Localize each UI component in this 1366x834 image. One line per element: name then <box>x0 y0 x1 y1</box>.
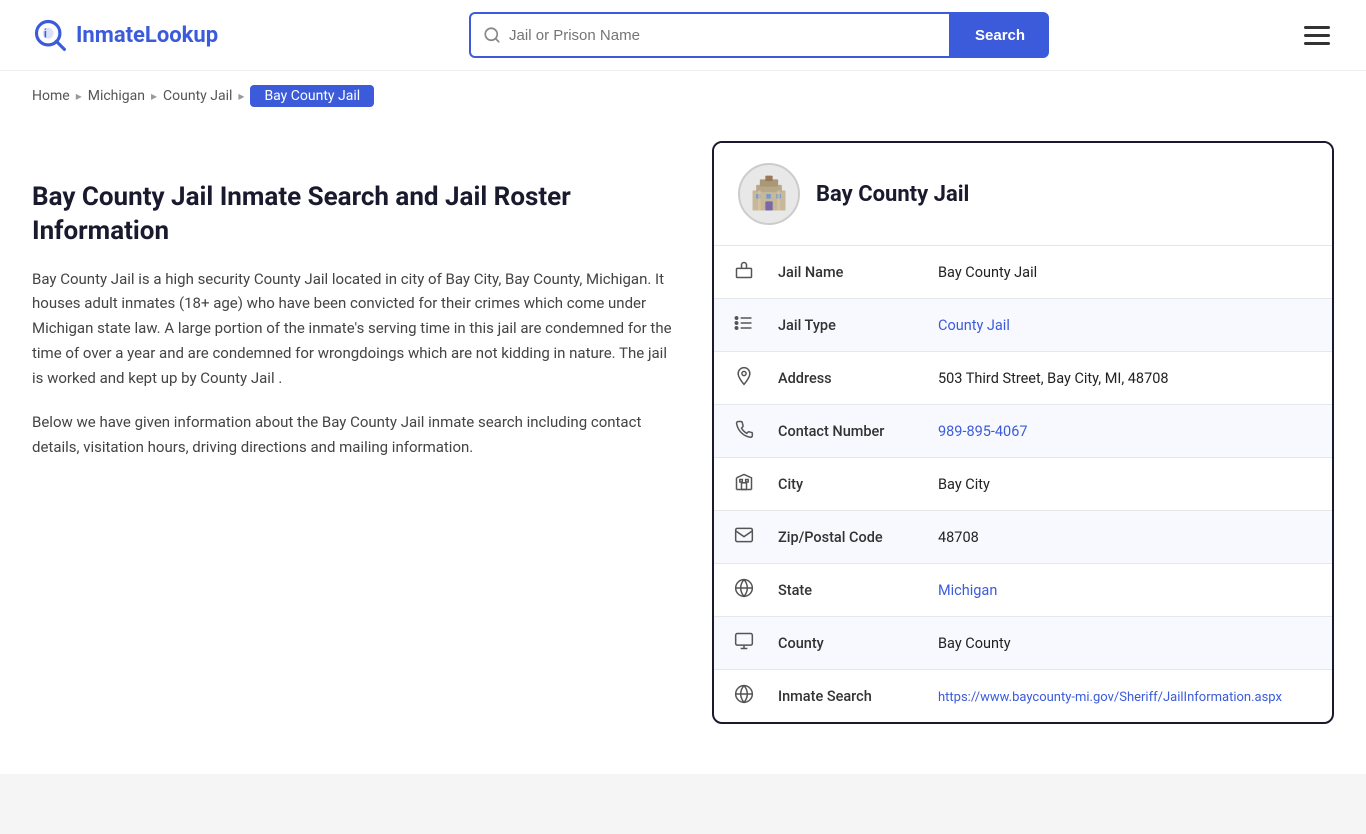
inmate-search-icon-cell <box>714 670 758 723</box>
globe-icon <box>734 578 754 598</box>
right-column: Bay County Jail Jail Name Bay County Jai… <box>712 141 1334 724</box>
county-icon-cell <box>714 617 758 670</box>
table-row: Jail Type County Jail <box>714 299 1332 352</box>
address-icon-cell <box>714 352 758 405</box>
contact-label: Contact Number <box>758 405 918 458</box>
breadcrumb-sep-1: ▸ <box>76 89 82 103</box>
inmate-search-value: https://www.baycounty-mi.gov/Sheriff/Jai… <box>918 670 1332 723</box>
state-icon-cell <box>714 564 758 617</box>
address-label: Address <box>758 352 918 405</box>
breadcrumb: Home ▸ Michigan ▸ County Jail ▸ Bay Coun… <box>0 71 1366 121</box>
search-button[interactable]: Search <box>951 12 1049 58</box>
breadcrumb-sep-3: ▸ <box>238 89 244 103</box>
jail-avatar <box>738 163 800 225</box>
location-icon <box>734 366 754 386</box>
jail-icon <box>734 260 754 280</box>
info-card: Bay County Jail Jail Name Bay County Jai… <box>712 141 1334 724</box>
zip-label: Zip/Postal Code <box>758 511 918 564</box>
zip-value: 48708 <box>918 511 1332 564</box>
inmate-search-label: Inmate Search <box>758 670 918 723</box>
table-row: Contact Number 989-895-4067 <box>714 405 1332 458</box>
inmate-search-link[interactable]: https://www.baycounty-mi.gov/Sheriff/Jai… <box>938 690 1282 705</box>
svg-text:i: i <box>44 28 47 41</box>
table-row: City Bay City <box>714 458 1332 511</box>
table-row: State Michigan <box>714 564 1332 617</box>
county-value: Bay County <box>918 617 1332 670</box>
city-icon <box>734 472 754 492</box>
jail-name-value: Bay County Jail <box>918 246 1332 299</box>
site-header: i InmateLookup Search <box>0 0 1366 71</box>
state-label: State <box>758 564 918 617</box>
left-column: Bay County Jail Inmate Search and Jail R… <box>32 141 672 724</box>
breadcrumb-active: Bay County Jail <box>250 85 374 107</box>
page-title: Bay County Jail Inmate Search and Jail R… <box>32 181 672 249</box>
mail-icon <box>734 525 754 545</box>
card-jail-name: Bay County Jail <box>816 182 969 207</box>
city-icon-cell <box>714 458 758 511</box>
logo-link[interactable]: i InmateLookup <box>32 17 218 53</box>
jail-name-icon-cell <box>714 246 758 299</box>
search-area: Search <box>469 12 1049 58</box>
breadcrumb-michigan[interactable]: Michigan <box>88 88 145 104</box>
table-row: Jail Name Bay County Jail <box>714 246 1332 299</box>
state-link[interactable]: Michigan <box>938 582 997 599</box>
card-header: Bay County Jail <box>714 143 1332 245</box>
menu-button[interactable] <box>1300 22 1334 49</box>
phone-icon-cell <box>714 405 758 458</box>
jail-type-icon-cell <box>714 299 758 352</box>
description-2: Below we have given information about th… <box>32 410 672 460</box>
breadcrumb-home[interactable]: Home <box>32 88 70 104</box>
search-box <box>469 12 951 58</box>
search-icon <box>483 26 501 44</box>
county-label: County <box>758 617 918 670</box>
jail-type-link[interactable]: County Jail <box>938 317 1010 334</box>
description-1: Bay County Jail is a high security Count… <box>32 267 672 391</box>
search-input[interactable] <box>509 27 937 44</box>
county-icon <box>734 631 754 651</box>
city-value: Bay City <box>918 458 1332 511</box>
contact-value: 989-895-4067 <box>918 405 1332 458</box>
search-globe-icon <box>734 684 754 704</box>
jail-type-value: County Jail <box>918 299 1332 352</box>
city-label: City <box>758 458 918 511</box>
breadcrumb-sep-2: ▸ <box>151 89 157 103</box>
info-table: Jail Name Bay County Jail Jail Type <box>714 245 1332 722</box>
jail-name-label: Jail Name <box>758 246 918 299</box>
address-value: 503 Third Street, Bay City, MI, 48708 <box>918 352 1332 405</box>
main-content: Bay County Jail Inmate Search and Jail R… <box>0 121 1366 764</box>
list-icon <box>734 313 754 333</box>
logo-icon: i <box>32 17 68 53</box>
phone-link[interactable]: 989-895-4067 <box>938 423 1028 440</box>
table-row: Address 503 Third Street, Bay City, MI, … <box>714 352 1332 405</box>
state-value: Michigan <box>918 564 1332 617</box>
breadcrumb-county-jail[interactable]: County Jail <box>163 88 232 104</box>
jail-type-label: Jail Type <box>758 299 918 352</box>
phone-icon <box>734 419 754 439</box>
table-row: Zip/Postal Code 48708 <box>714 511 1332 564</box>
zip-icon-cell <box>714 511 758 564</box>
table-row: Inmate Search https://www.baycounty-mi.g… <box>714 670 1332 723</box>
table-row: County Bay County <box>714 617 1332 670</box>
footer-bar <box>0 774 1366 834</box>
logo-text: InmateLookup <box>76 23 218 48</box>
building-icon <box>747 172 791 216</box>
